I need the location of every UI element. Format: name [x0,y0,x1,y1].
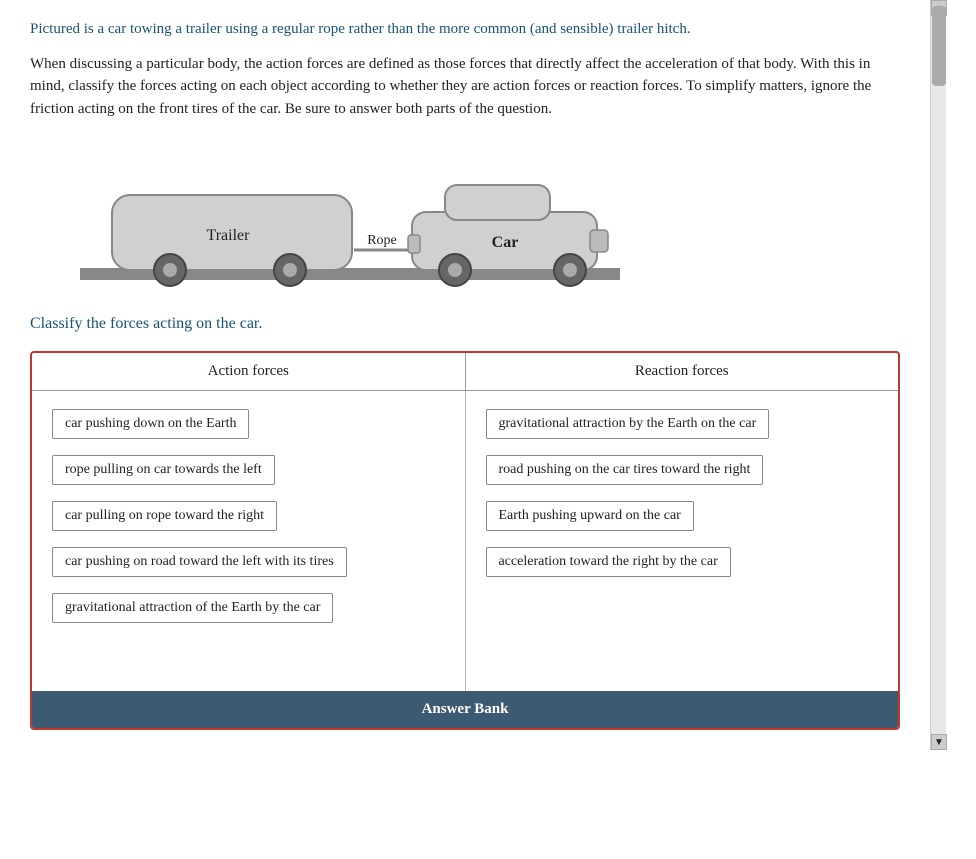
scrollbar-down-arrow[interactable]: ▼ [931,734,947,750]
action-force-item[interactable]: car pushing down on the Earth [52,409,249,439]
scrollbar[interactable]: ▲ ▼ [930,0,946,750]
svg-text:Car: Car [492,234,519,251]
reaction-forces-col: gravitational attraction by the Earth on… [466,391,899,691]
intro-line2: When discussing a particular body, the a… [30,53,900,121]
svg-text:Rope: Rope [367,233,397,248]
reaction-force-item[interactable]: gravitational attraction by the Earth on… [486,409,770,439]
forces-table: Action forces Reaction forces car pushin… [30,351,900,730]
forces-table-body: car pushing down on the Earth rope pullin… [32,391,898,691]
vehicle-scene: Trailer Rope [60,140,640,295]
reaction-force-item[interactable]: road pushing on the car tires toward the… [486,455,764,485]
forces-table-header: Action forces Reaction forces [32,353,898,391]
reaction-force-item[interactable]: Earth pushing upward on the car [486,501,694,531]
action-force-item[interactable]: car pushing on road toward the left with… [52,547,347,577]
action-force-item[interactable]: gravitational attraction of the Earth by… [52,593,333,623]
action-force-item[interactable]: car pulling on rope toward the right [52,501,277,531]
svg-text:Trailer: Trailer [207,227,251,244]
scrollbar-thumb[interactable] [932,6,946,86]
action-forces-col: car pushing down on the Earth rope pullin… [32,391,466,691]
classify-heading: Classify the forces acting on the car. [30,315,900,333]
vehicles-svg: Trailer Rope [60,140,640,295]
intro-line1: Pictured is a car towing a trailer using… [30,18,900,41]
action-force-item[interactable]: rope pulling on car towards the left [52,455,275,485]
illustration: Trailer Rope [60,140,640,295]
action-forces-header: Action forces [32,353,466,390]
reaction-forces-header: Reaction forces [466,353,899,390]
answer-bank-bar: Answer Bank [32,691,898,728]
reaction-force-item[interactable]: acceleration toward the right by the car [486,547,731,577]
